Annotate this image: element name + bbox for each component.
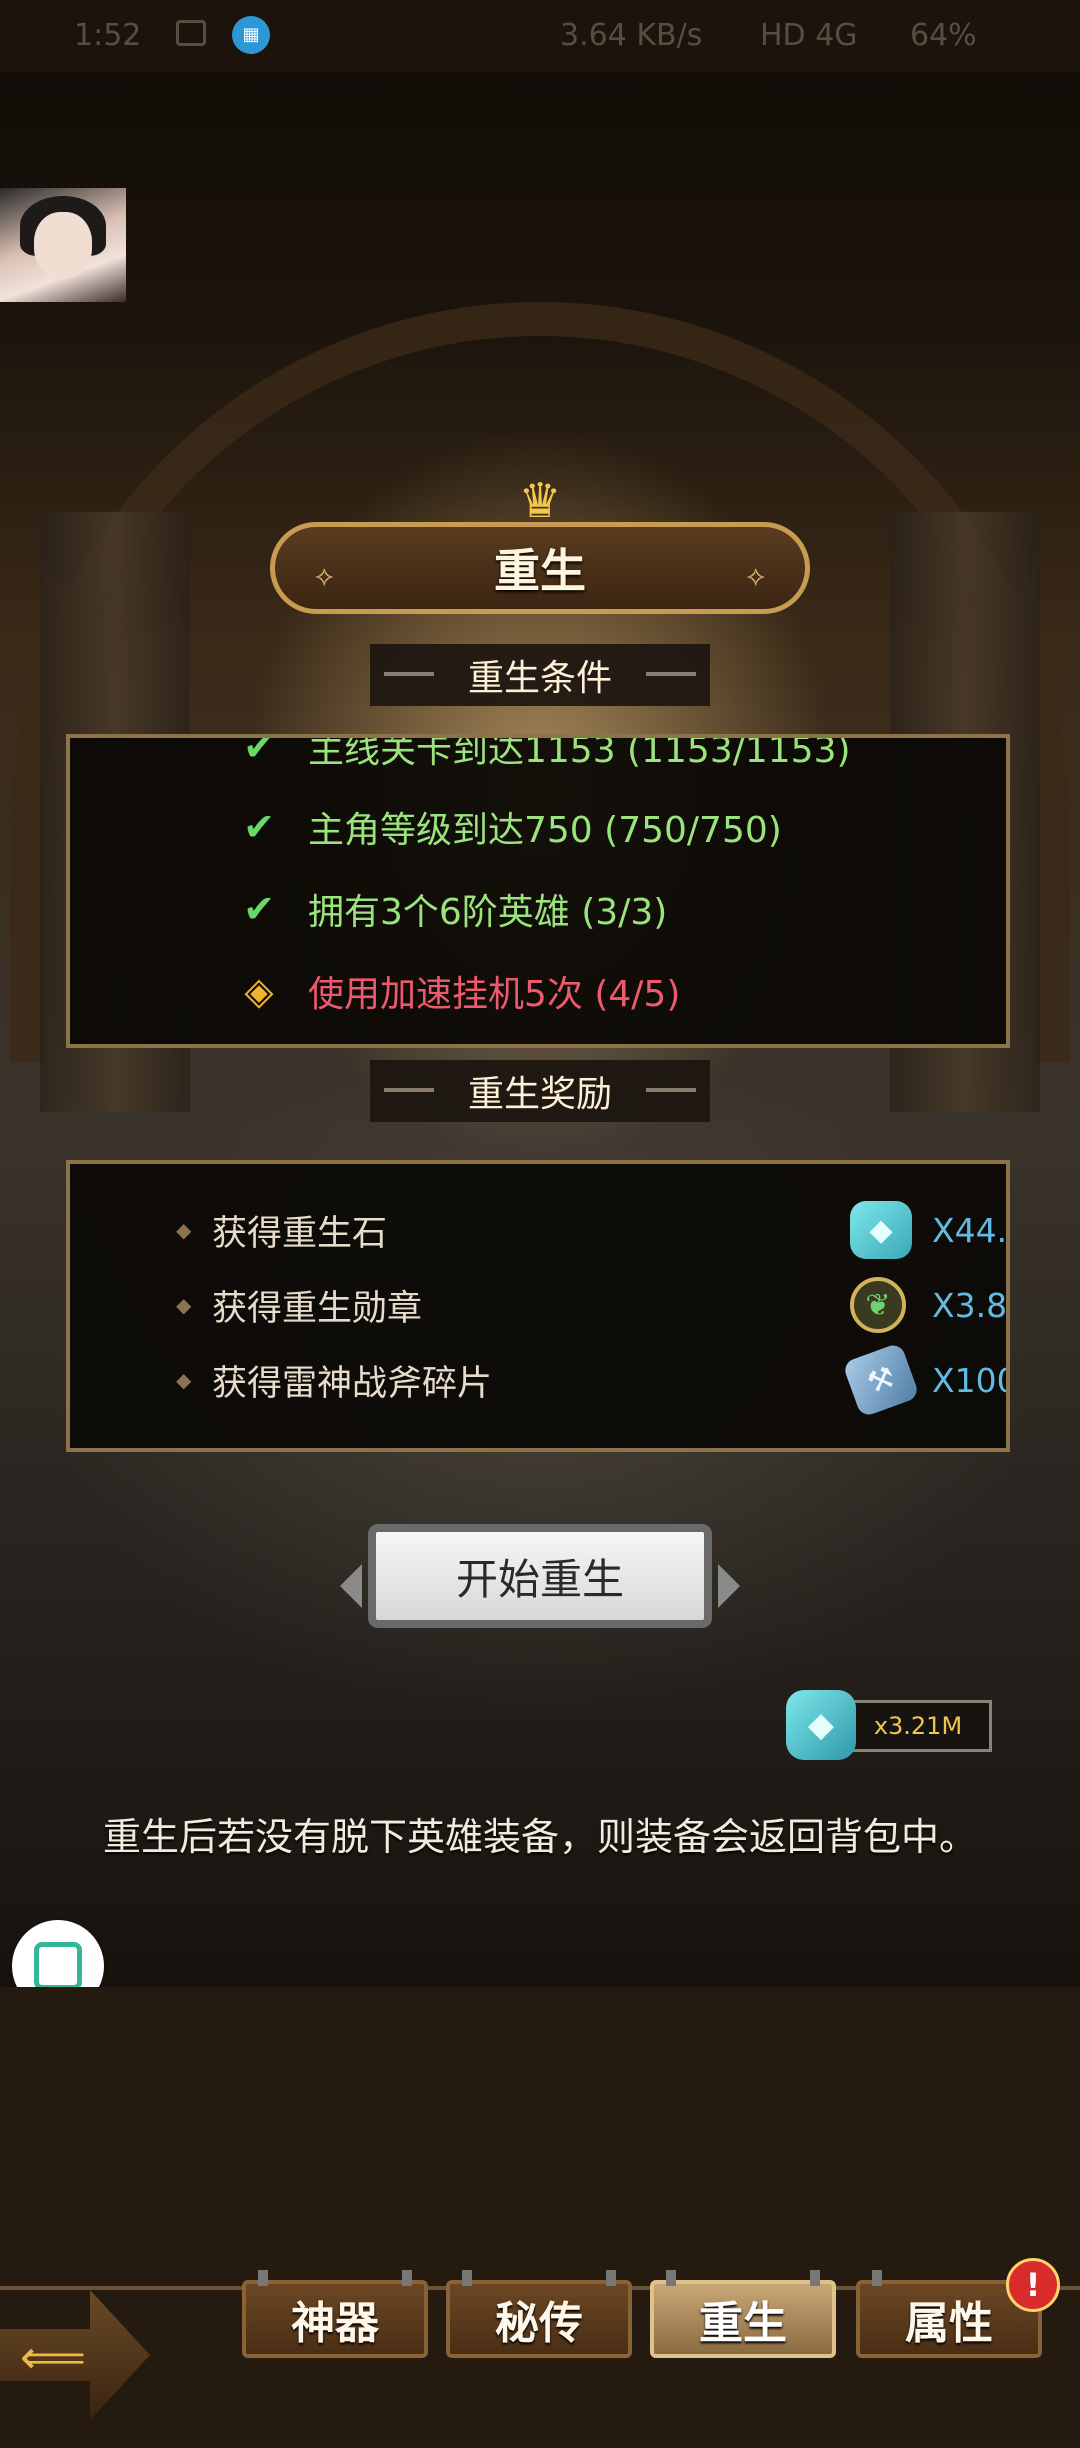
reward-label: 获得雷神战斧碎片 [212, 1363, 493, 1404]
page-title: 重生 [494, 544, 586, 598]
trident-icon: ⟸ [20, 2330, 86, 2384]
title-plaque: ⟡ 重生 ⟡ [270, 522, 810, 614]
header-bar-right [646, 1088, 696, 1092]
reward-item: ◆ 获得雷神战斧碎片 ⚒ X100 [176, 1342, 1010, 1418]
ornament-right-icon: ⟡ [746, 559, 765, 592]
condition-item: ✔ 拥有3个6阶英雄 (3/3) [236, 884, 667, 934]
header-bar-right [646, 672, 696, 676]
start-rebirth-button[interactable]: 开始重生 [340, 1524, 740, 1628]
tab-secret[interactable]: 秘传 [446, 2270, 632, 2358]
bullet-icon: ◆ [176, 1368, 192, 1392]
player-avatar[interactable] [0, 188, 126, 302]
nail-icon [666, 2270, 676, 2286]
rebirth-stone-balance[interactable]: x3.21M ◆ [786, 1690, 992, 1760]
thor-axe-fragment-icon[interactable]: ⚒ [841, 1342, 921, 1418]
conditions-header: 重生条件 [370, 644, 710, 706]
tab-artifact[interactable]: 神器 [242, 2270, 428, 2358]
reward-label: 获得重生石 [212, 1213, 388, 1254]
avatar-face [34, 212, 92, 278]
nail-icon [462, 2270, 472, 2286]
reward-quantity: X100 [932, 1360, 1010, 1400]
signal-indicator: HD 4G [760, 18, 858, 53]
condition-item: ✔ 主线关卡到达1153 (1153/1153) [236, 734, 851, 772]
gallery-notification-icon [176, 20, 206, 46]
rewards-panel: ◆ 获得重生石 ◆ X44.76K ◆ 获得重生勋章 ❦ X3.84M ◆ 获得… [66, 1160, 1010, 1452]
nail-icon [872, 2270, 882, 2286]
conditions-panel[interactable]: ✔ 主线关卡到达1153 (1153/1153) ✔ 主角等级到达750 (75… [66, 734, 1010, 1048]
condition-text: 主角等级到达750 (750/750) [308, 810, 782, 851]
check-icon: ✔ [243, 887, 275, 931]
balance-value: x3.21M [844, 1700, 992, 1752]
crown-icon: ♛ [518, 473, 562, 529]
reward-item: ◆ 获得重生石 ◆ X44.76K [176, 1200, 1008, 1260]
condition-item: ✔ 主角等级到达750 (750/750) [236, 802, 782, 852]
status-time: 1:52 [74, 18, 142, 53]
condition-text: 拥有3个6阶英雄 (3/3) [308, 892, 668, 933]
nail-icon [606, 2270, 616, 2286]
conditions-header-label: 重生条件 [467, 658, 612, 699]
bullet-icon: ◆ [176, 1293, 192, 1317]
start-rebirth-label: 开始重生 [455, 1554, 624, 1604]
rebirth-notice: 重生后若没有脱下英雄装备，则装备会返回背包中。 [102, 1815, 977, 1859]
bullet-icon: ◆ [176, 1218, 192, 1242]
header-bar-left [384, 1088, 434, 1092]
rebirth-medal-icon[interactable]: ❦ [850, 1277, 906, 1333]
header-bar-left [384, 672, 434, 676]
alert-badge-icon: ! [1006, 2258, 1060, 2312]
reward-quantity: X44.76K [932, 1210, 1008, 1250]
tab-label: 神器 [291, 2298, 379, 2349]
rewards-header-label: 重生奖励 [467, 1074, 612, 1115]
condition-text: 主线关卡到达1153 (1153/1153) [308, 734, 851, 771]
tab-label: 秘传 [495, 2298, 583, 2349]
tab-rebirth[interactable]: 重生 [650, 2270, 836, 2358]
app-notification-icon: ▦ [232, 16, 270, 54]
nail-icon [402, 2270, 412, 2286]
rewards-header: 重生奖励 [370, 1060, 710, 1122]
rebirth-stone-icon: ◆ [786, 1690, 856, 1760]
condition-text: 使用加速挂机5次 (4/5) [308, 974, 681, 1015]
diamond-pending-icon: ◈ [244, 969, 274, 1013]
rebirth-stone-icon[interactable]: ◆ [850, 1201, 912, 1259]
tab-label: 重生 [699, 2298, 787, 2349]
reward-quantity: X3.84M [932, 1285, 1008, 1325]
check-icon: ✔ [243, 805, 275, 849]
check-icon: ✔ [243, 734, 275, 769]
condition-item: ◈ 使用加速挂机5次 (4/5) [236, 966, 680, 1016]
button-tip-right [718, 1564, 740, 1608]
button-tip-left [340, 1564, 362, 1608]
cube-icon [34, 1942, 82, 1990]
tab-label: 属性 [905, 2298, 993, 2349]
ornament-left-icon: ⟡ [315, 559, 334, 592]
reward-item: ◆ 获得重生勋章 ❦ X3.84M [176, 1275, 1008, 1335]
battery-level: 64% [910, 18, 977, 53]
network-speed: 3.64 KB/s [560, 18, 703, 53]
back-button[interactable]: ⟸ [0, 2290, 168, 2426]
nail-icon [810, 2270, 820, 2286]
nail-icon [258, 2270, 268, 2286]
status-bar: 1:52 ▦ 3.64 KB/s HD 4G 64% [0, 0, 1080, 72]
reward-label: 获得重生勋章 [212, 1288, 423, 1329]
